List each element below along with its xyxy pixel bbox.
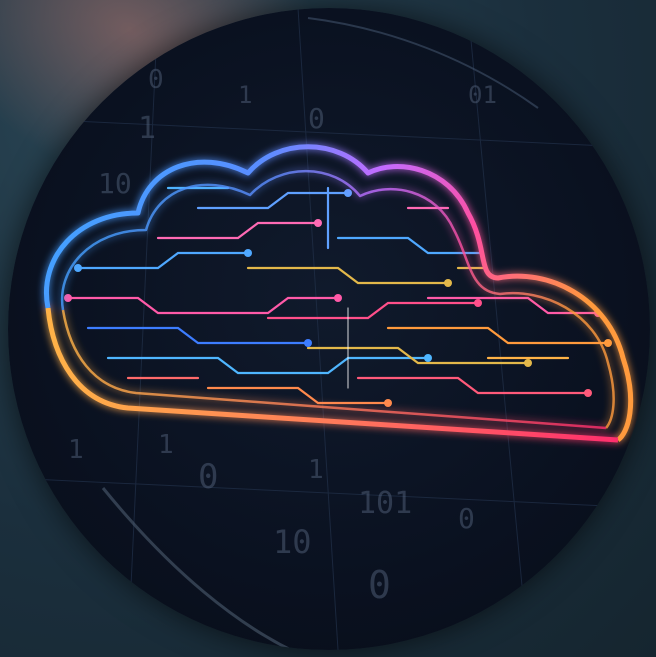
digit: 1 [68, 435, 84, 465]
digit: 0 [148, 65, 164, 95]
digit: 10 [273, 523, 312, 561]
image-canvas: 0 1 0 1 10 101 0 10 1 0 0 1 01 1 [0, 0, 656, 657]
binary-digits: 0 1 0 1 10 101 0 10 1 0 0 1 01 1 [68, 65, 497, 607]
background-arc-top [307, 17, 539, 109]
digit: 01 [468, 81, 497, 109]
digit: 10 [98, 167, 132, 200]
digit: 101 [358, 486, 412, 521]
digit: 0 [458, 502, 475, 535]
cloud-outline [44, 144, 634, 443]
cloud-illustration: 0 1 0 1 10 101 0 10 1 0 0 1 01 1 [8, 8, 650, 650]
circular-image-frame: 0 1 0 1 10 101 0 10 1 0 0 1 01 1 [8, 8, 650, 650]
digit: 1 [138, 111, 156, 146]
digit: 0 [198, 457, 218, 497]
digit: 1 [238, 81, 252, 109]
digit: 0 [308, 102, 325, 135]
digit: 1 [308, 455, 324, 485]
digit: 1 [158, 430, 174, 460]
background-arc [101, 487, 295, 650]
digit: 0 [368, 563, 391, 607]
